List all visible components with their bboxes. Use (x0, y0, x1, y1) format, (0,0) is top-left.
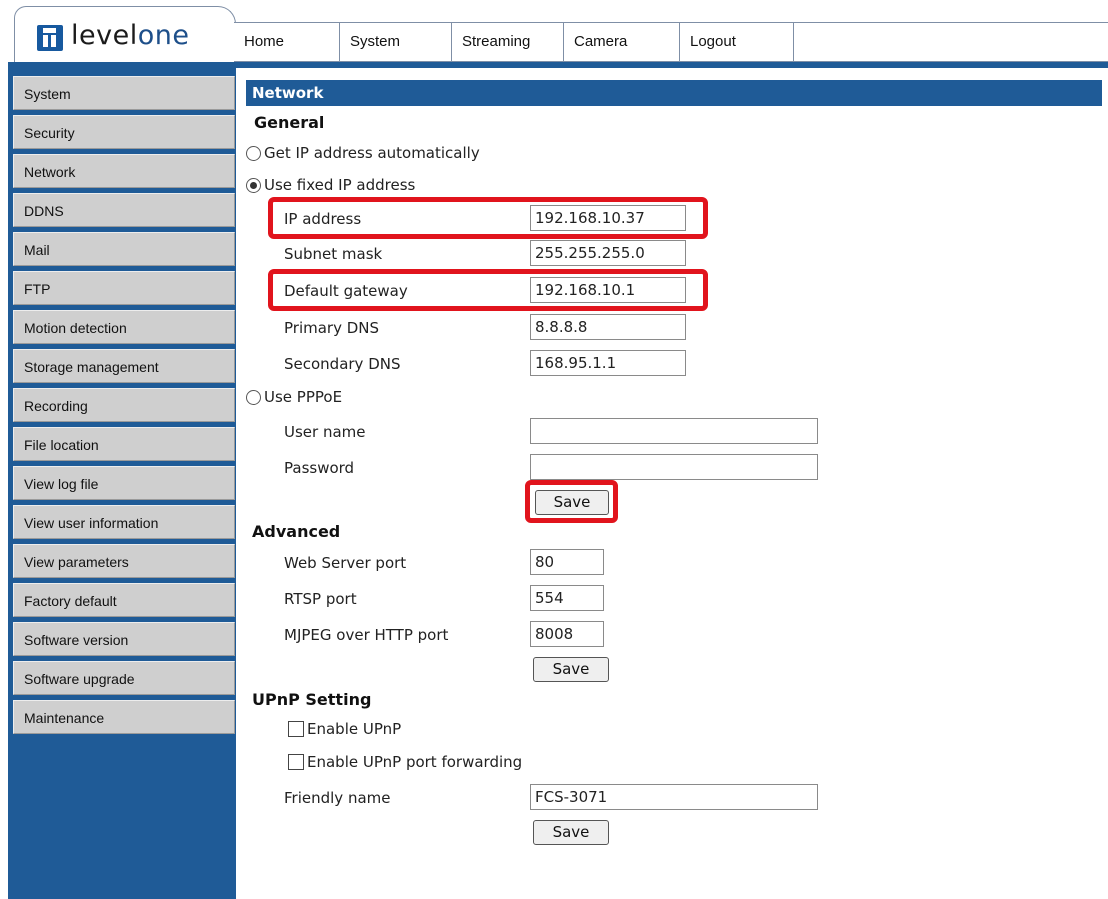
sidebar-item-view-log-file[interactable]: View log file (13, 466, 235, 500)
secondary-dns-field[interactable]: 168.95.1.1 (530, 350, 686, 376)
enable-upnp-forwarding-label: Enable UPnP port forwarding (307, 753, 523, 771)
highlight-ip-address (268, 197, 708, 239)
sidebar-item-system[interactable]: System (13, 76, 235, 110)
enable-upnp-forwarding-row[interactable]: Enable UPnP port forwarding (288, 753, 522, 771)
friendly-name-label: Friendly name (284, 789, 391, 807)
friendly-name-field[interactable]: FCS-3071 (530, 784, 818, 810)
tab-system[interactable]: System (340, 23, 452, 61)
radio-pppoe[interactable] (246, 389, 261, 405)
tab-bar-spacer (794, 23, 1108, 61)
radio-row-fixed-ip[interactable]: Use fixed IP address (246, 176, 415, 194)
radio-row-auto-ip[interactable]: Get IP address automatically (246, 144, 480, 162)
sidebar-item-ddns[interactable]: DDNS (13, 193, 235, 227)
enable-upnp-forwarding-checkbox[interactable] (288, 754, 304, 770)
sidebar-item-file-location[interactable]: File location (13, 427, 235, 461)
radio-auto-ip[interactable] (246, 145, 261, 161)
web-server-port-field[interactable]: 80 (530, 549, 604, 575)
mjpeg-port-label: MJPEG over HTTP port (284, 626, 449, 644)
highlight-default-gateway (268, 269, 708, 311)
sidebar-item-mail[interactable]: Mail (13, 232, 235, 266)
upnp-heading: UPnP Setting (252, 690, 372, 709)
tab-home[interactable]: Home (234, 23, 340, 61)
sidebar-item-network[interactable]: Network (13, 154, 235, 188)
radio-pppoe-label: Use PPPoE (264, 388, 343, 406)
enable-upnp-label: Enable UPnP (307, 720, 402, 738)
sidebar: System Security Network DDNS Mail FTP Mo… (8, 68, 236, 899)
rtsp-port-field[interactable]: 554 (530, 585, 604, 611)
sidebar-item-recording[interactable]: Recording (13, 388, 235, 422)
radio-fixed-ip-label: Use fixed IP address (264, 176, 416, 194)
rtsp-port-label: RTSP port (284, 590, 357, 608)
user-name-label: User name (284, 423, 366, 441)
sidebar-item-security[interactable]: Security (13, 115, 235, 149)
tab-streaming[interactable]: Streaming (452, 23, 564, 61)
sidebar-item-maintenance[interactable]: Maintenance (13, 700, 235, 734)
sidebar-item-motion-detection[interactable]: Motion detection (13, 310, 235, 344)
sidebar-item-software-upgrade[interactable]: Software upgrade (13, 661, 235, 695)
save-advanced-button[interactable]: Save (533, 657, 609, 682)
logo-area: levelone (14, 6, 236, 64)
sidebar-item-software-version[interactable]: Software version (13, 622, 235, 656)
web-server-port-label: Web Server port (284, 554, 407, 572)
top-nav-tabs: Home System Streaming Camera Logout (234, 22, 1108, 62)
tab-camera[interactable]: Camera (564, 23, 680, 61)
secondary-dns-label: Secondary DNS (284, 355, 401, 373)
radio-row-pppoe[interactable]: Use PPPoE (246, 388, 342, 406)
password-field[interactable] (530, 454, 818, 480)
user-name-field[interactable] (530, 418, 818, 444)
general-heading: General (254, 113, 325, 132)
sidebar-item-view-user-information[interactable]: View user information (13, 505, 235, 539)
advanced-heading: Advanced (252, 522, 341, 541)
primary-dns-label: Primary DNS (284, 319, 380, 337)
page-title: Network (246, 80, 1102, 106)
sidebar-item-storage-management[interactable]: Storage management (13, 349, 235, 383)
levelone-logo-icon (37, 25, 63, 51)
radio-auto-ip-label: Get IP address automatically (264, 144, 480, 162)
password-label: Password (284, 459, 355, 477)
header: levelone Home System Streaming Camera Lo… (0, 0, 1108, 64)
subnet-mask-field[interactable]: 255.255.255.0 (530, 240, 686, 266)
primary-dns-field[interactable]: 8.8.8.8 (530, 314, 686, 340)
brand-logo-text: levelone (71, 20, 190, 51)
enable-upnp-checkbox[interactable] (288, 721, 304, 737)
main-content: Network General Get IP address automatic… (246, 80, 1108, 899)
enable-upnp-row[interactable]: Enable UPnP (288, 720, 401, 738)
sidebar-item-ftp[interactable]: FTP (13, 271, 235, 305)
sidebar-item-view-parameters[interactable]: View parameters (13, 544, 235, 578)
sidebar-item-factory-default[interactable]: Factory default (13, 583, 235, 617)
subnet-mask-label: Subnet mask (284, 245, 383, 263)
save-upnp-button[interactable]: Save (533, 820, 609, 845)
tab-logout[interactable]: Logout (680, 23, 794, 61)
radio-fixed-ip[interactable] (246, 177, 261, 193)
highlight-save-button (525, 480, 618, 523)
mjpeg-port-field[interactable]: 8008 (530, 621, 604, 647)
